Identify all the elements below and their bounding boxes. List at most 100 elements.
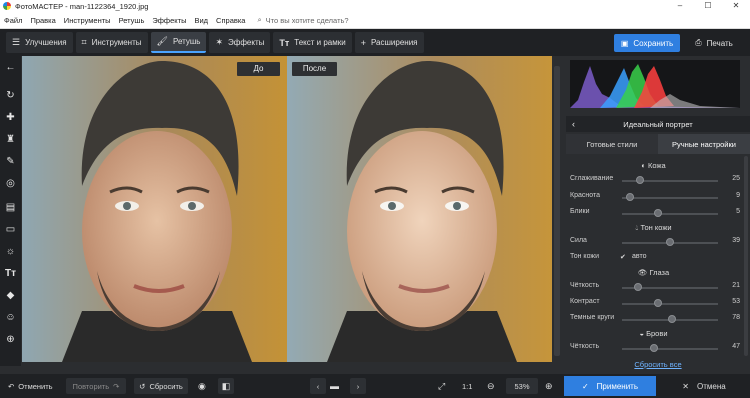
slider-redness[interactable]: Краснота 9 bbox=[570, 192, 740, 204]
next-image-icon[interactable]: › bbox=[350, 378, 366, 394]
fill-icon[interactable]: ◆ bbox=[0, 290, 21, 301]
slider-knob[interactable] bbox=[654, 299, 662, 307]
vignette-icon[interactable]: ▭ bbox=[0, 224, 21, 235]
tab-presets[interactable]: Готовые стили bbox=[566, 134, 658, 154]
slider-track[interactable] bbox=[622, 303, 718, 305]
slider-value[interactable]: 9 bbox=[718, 192, 740, 199]
menu-effects[interactable]: Эффекты bbox=[148, 16, 190, 25]
menu-tools[interactable]: Инструменты bbox=[60, 16, 115, 25]
canvas-horizontal-scrollbar[interactable] bbox=[22, 362, 552, 368]
slider-track[interactable] bbox=[622, 348, 718, 350]
slider-value[interactable]: 39 bbox=[718, 237, 740, 244]
tab-extensions[interactable]: + Расширения bbox=[354, 32, 424, 53]
section-brows: ◒ Брови bbox=[566, 329, 741, 338]
tab-retouch[interactable]: 🖌︎ Ретушь bbox=[150, 32, 207, 53]
slider-knob[interactable] bbox=[654, 209, 662, 217]
slider-track[interactable] bbox=[622, 197, 718, 199]
slider-dark-circles[interactable]: Темные круги 78 bbox=[570, 314, 740, 326]
tab-effects[interactable]: ✶ Эффекты bbox=[209, 32, 271, 53]
slider-value[interactable]: 5 bbox=[718, 208, 740, 215]
fit-screen-icon[interactable]: ⤢ bbox=[438, 378, 452, 394]
section-label: Тон кожи bbox=[640, 223, 672, 232]
maximize-button[interactable]: ☐ bbox=[694, 0, 722, 12]
text-tool-icon[interactable]: Tт bbox=[0, 268, 21, 279]
slider-value[interactable]: 47 bbox=[718, 343, 740, 350]
auto-checkbox[interactable]: ✔ bbox=[620, 253, 626, 261]
search-input[interactable]: Что вы хотите сделать? bbox=[266, 16, 349, 25]
slider-knob[interactable] bbox=[650, 344, 658, 352]
tab-label: Текст и рамки bbox=[294, 38, 346, 47]
slider-sharpness[interactable]: Чёткость 21 bbox=[570, 282, 740, 294]
zoom-level[interactable]: 53% bbox=[506, 378, 538, 394]
menu-help[interactable]: Справка bbox=[212, 16, 249, 25]
save-button[interactable]: ▣ Сохранить bbox=[614, 34, 680, 52]
reset-all-link[interactable]: Сбросить все bbox=[566, 360, 750, 369]
tab-tools[interactable]: ⌗ Инструменты bbox=[75, 32, 148, 53]
reset-button[interactable]: ↺ Сбросить bbox=[134, 378, 188, 394]
radial-filter-icon[interactable]: ◎ bbox=[0, 178, 21, 189]
undo-button[interactable]: ↶ Отменить bbox=[8, 378, 60, 394]
bandage-icon[interactable]: ✚ bbox=[0, 112, 21, 123]
cancel-x-icon: ✕ bbox=[682, 381, 689, 391]
zoom-out-icon[interactable]: ⊖ bbox=[487, 378, 499, 394]
back-arrow-icon[interactable]: ← bbox=[0, 62, 21, 73]
light-icon[interactable]: ☼ bbox=[0, 246, 21, 257]
folder-icon[interactable]: ▬ bbox=[330, 378, 346, 394]
prev-image-icon[interactable]: ‹ bbox=[310, 378, 326, 394]
slider-knob[interactable] bbox=[636, 176, 644, 184]
panel-scrollbar[interactable] bbox=[744, 156, 748, 356]
slider-glare[interactable]: Блики 5 bbox=[570, 208, 740, 220]
scroll-thumb[interactable] bbox=[554, 66, 560, 356]
portrait-after-image bbox=[287, 56, 552, 362]
slider-brow-sharpness[interactable]: Чёткость 47 bbox=[570, 343, 740, 355]
before-label[interactable]: До bbox=[237, 62, 280, 76]
tab-text-frames[interactable]: Tт Текст и рамки bbox=[273, 32, 352, 53]
crosshair-icon[interactable]: ⊕ bbox=[0, 334, 21, 345]
ratio-1-1-button[interactable]: 1:1 bbox=[462, 378, 476, 394]
after-label[interactable]: После bbox=[292, 62, 337, 76]
tab-manual-settings[interactable]: Ручные настройки bbox=[658, 134, 750, 154]
close-button[interactable]: ✕ bbox=[722, 0, 750, 12]
slider-knob[interactable] bbox=[626, 193, 634, 201]
compare-split-icon[interactable]: ◧ bbox=[218, 378, 234, 394]
command-search[interactable]: ⌕ Что вы хотите сделать? bbox=[257, 15, 352, 25]
zoom-in-icon[interactable]: ⊕ bbox=[545, 378, 557, 394]
tab-enhancements[interactable]: ☰ Улучшения bbox=[6, 32, 73, 53]
face-icon[interactable]: ☺ bbox=[0, 312, 21, 323]
slider-smoothing[interactable]: Сглаживание 25 bbox=[570, 175, 740, 187]
section-skin: ◐ Кожа bbox=[566, 161, 741, 170]
menu-view[interactable]: Вид bbox=[190, 16, 212, 25]
slider-track[interactable] bbox=[622, 213, 718, 215]
menu-edit[interactable]: Правка bbox=[26, 16, 59, 25]
redo-button[interactable]: Повторить ↷ bbox=[66, 378, 126, 394]
apply-button[interactable]: ✓ Применить bbox=[564, 376, 656, 396]
slider-value[interactable]: 78 bbox=[718, 314, 740, 321]
reset-icon: ↺ bbox=[139, 381, 146, 391]
redo-icon: ↷ bbox=[113, 381, 120, 391]
undo-label: Отменить bbox=[18, 381, 53, 391]
menu-retouch[interactable]: Ретушь bbox=[115, 16, 149, 25]
slider-value[interactable]: 21 bbox=[718, 282, 740, 289]
slider-knob[interactable] bbox=[634, 283, 642, 291]
slider-contrast[interactable]: Контраст 53 bbox=[570, 298, 740, 310]
brush-tool-icon[interactable]: ✎ bbox=[0, 156, 21, 167]
preview-eye-icon[interactable]: ◉ bbox=[198, 378, 212, 394]
panel-back-icon[interactable]: ‹ bbox=[572, 119, 575, 129]
save-label: Сохранить bbox=[633, 38, 674, 48]
skin-tone-label: Тон кожи bbox=[570, 253, 599, 260]
menu-bar: Файл Правка Инструменты Ретушь Эффекты В… bbox=[0, 12, 750, 29]
slider-knob[interactable] bbox=[668, 315, 676, 323]
crop-icon: ⌗ bbox=[81, 37, 87, 47]
menu-file[interactable]: Файл bbox=[0, 16, 26, 25]
slider-value[interactable]: 25 bbox=[718, 175, 740, 182]
gradient-filter-icon[interactable]: ▤ bbox=[0, 202, 21, 213]
clone-stamp-icon[interactable]: ♜ bbox=[0, 134, 21, 145]
slider-strength[interactable]: Сила 39 bbox=[570, 237, 740, 249]
cancel-button[interactable]: ✕ Отмена bbox=[662, 376, 746, 396]
slider-knob[interactable] bbox=[666, 238, 674, 246]
minimize-button[interactable]: – bbox=[666, 0, 694, 12]
print-button[interactable]: ⎙ Печать bbox=[683, 34, 745, 52]
canvas-vertical-scrollbar[interactable] bbox=[552, 56, 562, 362]
rotate-icon[interactable]: ↻ bbox=[0, 90, 21, 101]
slider-value[interactable]: 53 bbox=[718, 298, 740, 305]
